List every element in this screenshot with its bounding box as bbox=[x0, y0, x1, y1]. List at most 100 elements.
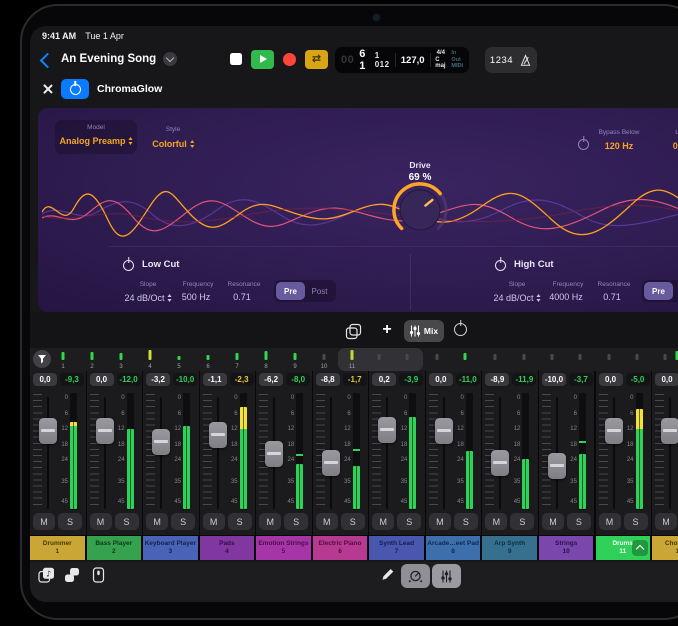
fader-handle[interactable] bbox=[378, 417, 396, 443]
bypass-value[interactable]: 120 Hz bbox=[605, 141, 634, 151]
cycle-button[interactable]: ⇄ bbox=[305, 50, 328, 69]
post-button[interactable]: Post bbox=[673, 282, 678, 300]
mute-button[interactable]: M bbox=[146, 513, 168, 530]
track-name-tag[interactable]: Arp Synth9 bbox=[482, 536, 537, 560]
pencil-icon[interactable] bbox=[380, 566, 395, 582]
plugin-power-button[interactable] bbox=[61, 79, 89, 99]
solo-button[interactable]: S bbox=[341, 513, 365, 530]
lowcut-power-icon[interactable] bbox=[123, 258, 134, 276]
resonance-value[interactable]: 0.71 bbox=[603, 292, 621, 302]
volume-value[interactable]: -1,1 bbox=[203, 373, 227, 386]
track-name-tag[interactable]: Emotion Strings5 bbox=[256, 536, 311, 560]
resonance-value[interactable]: 0.71 bbox=[233, 292, 251, 302]
track-led-slot[interactable] bbox=[601, 348, 617, 371]
fader-handle[interactable] bbox=[96, 418, 114, 444]
track-led-slot[interactable] bbox=[457, 348, 473, 371]
track-led-slot[interactable]: 7 bbox=[229, 348, 245, 371]
slope-value[interactable]: 24 dB/Oct bbox=[493, 292, 540, 304]
mute-button[interactable]: M bbox=[203, 513, 225, 530]
track-name-tag[interactable]: Strings10 bbox=[539, 536, 594, 560]
volume-value[interactable]: 0,0 bbox=[90, 373, 114, 386]
mute-button[interactable]: M bbox=[655, 513, 677, 530]
frequency-value[interactable]: 4000 Hz bbox=[549, 292, 583, 302]
fader-handle[interactable] bbox=[322, 450, 340, 476]
collapse-button[interactable] bbox=[632, 540, 648, 556]
track-led-slot[interactable] bbox=[544, 348, 560, 371]
level-value[interactable]: 0.0 bbox=[673, 141, 678, 151]
solo-button[interactable]: S bbox=[567, 513, 591, 530]
knob-view-button[interactable] bbox=[401, 564, 430, 588]
track-led-slot[interactable]: 8 bbox=[258, 348, 274, 371]
volume-value[interactable]: 0,0 bbox=[599, 373, 623, 386]
solo-button[interactable]: S bbox=[58, 513, 82, 530]
volume-value[interactable]: 0,2 bbox=[372, 373, 396, 386]
fader-handle[interactable] bbox=[265, 441, 283, 467]
mute-button[interactable]: M bbox=[429, 513, 451, 530]
track-led-slot[interactable]: 5 bbox=[171, 348, 187, 371]
track-name-tag[interactable]: Keyboard Player3 bbox=[143, 536, 198, 560]
fader-handle[interactable] bbox=[661, 418, 678, 444]
post-button[interactable]: Post bbox=[305, 282, 334, 300]
track-led-slot[interactable]: 6 bbox=[200, 348, 216, 371]
solo-button[interactable]: S bbox=[624, 513, 648, 530]
solo-button[interactable]: S bbox=[510, 513, 534, 530]
fader-handle[interactable] bbox=[491, 450, 509, 476]
track-name-tag[interactable]: Drummer1 bbox=[30, 536, 85, 560]
stop-button[interactable] bbox=[230, 53, 242, 65]
track-led-slot[interactable] bbox=[429, 348, 445, 371]
track-led-slot[interactable] bbox=[669, 348, 678, 371]
mute-button[interactable]: M bbox=[542, 513, 564, 530]
track-name-tag[interactable]: Arcade…eet Pad8 bbox=[426, 536, 481, 560]
fader-handle[interactable] bbox=[548, 453, 566, 479]
track-led-slot[interactable] bbox=[399, 348, 415, 371]
model-value[interactable]: Analog Preamp bbox=[59, 135, 132, 147]
drive-knob[interactable] bbox=[388, 176, 452, 244]
track-led-slot[interactable]: 2 bbox=[84, 348, 100, 371]
pre-button[interactable]: Pre bbox=[276, 282, 305, 300]
fader-handle[interactable] bbox=[435, 418, 453, 444]
record-button[interactable] bbox=[283, 53, 296, 66]
track-led-slot[interactable]: 3 bbox=[113, 348, 129, 371]
solo-button[interactable]: S bbox=[228, 513, 252, 530]
mute-button[interactable]: M bbox=[372, 513, 394, 530]
frequency-value[interactable]: 500 Hz bbox=[182, 292, 211, 302]
fader-view-button[interactable] bbox=[432, 564, 461, 588]
mix-toggle[interactable]: Mix bbox=[404, 320, 444, 342]
mute-button[interactable]: M bbox=[485, 513, 507, 530]
count-in-group[interactable]: 1234 bbox=[485, 47, 537, 73]
close-icon[interactable] bbox=[42, 83, 54, 95]
track-led-slot[interactable] bbox=[629, 348, 645, 371]
lcd-display[interactable]: 00 6 1 1 012 127,0 4/4 C maj In Out MIDI bbox=[335, 47, 469, 73]
song-menu-button[interactable] bbox=[163, 52, 177, 66]
back-chevron-icon[interactable] bbox=[40, 53, 56, 69]
volume-value[interactable]: 0,0 bbox=[33, 373, 57, 386]
add-track-button[interactable]: + bbox=[377, 319, 397, 341]
track-led-slot[interactable] bbox=[487, 348, 503, 371]
live-loops-icon[interactable] bbox=[64, 567, 80, 583]
mixer-power-button[interactable] bbox=[454, 323, 467, 341]
volume-value[interactable]: 0,0 bbox=[429, 373, 453, 386]
volume-value[interactable]: -8,9 bbox=[485, 373, 509, 386]
track-led-slot[interactable]: 10 bbox=[316, 348, 332, 371]
fader-handle[interactable] bbox=[39, 418, 57, 444]
pre-button[interactable]: Pre bbox=[644, 282, 673, 300]
volume-value[interactable]: -10,0 bbox=[542, 373, 566, 386]
volume-value[interactable]: 0,0 bbox=[655, 373, 678, 386]
track-led-slot[interactable]: 11 bbox=[344, 348, 360, 371]
track-name-tag[interactable]: Synth Lead7 bbox=[369, 536, 424, 560]
mute-button[interactable]: M bbox=[90, 513, 112, 530]
track-name-tag[interactable]: Pads4 bbox=[200, 536, 255, 560]
solo-button[interactable]: S bbox=[115, 513, 139, 530]
track-led-slot[interactable]: 4 bbox=[142, 348, 158, 371]
track-led-slot[interactable] bbox=[516, 348, 532, 371]
loops-browser-icon[interactable]: ♪ bbox=[38, 567, 55, 583]
track-name-tag[interactable]: Chorus V12 bbox=[652, 536, 678, 560]
track-led-slot[interactable] bbox=[371, 348, 387, 371]
track-led-slot[interactable]: 9 bbox=[287, 348, 303, 371]
track-name-tag[interactable]: Drums11 bbox=[596, 536, 651, 560]
track-name-tag[interactable]: Electric Piano6 bbox=[313, 536, 368, 560]
mute-button[interactable]: M bbox=[33, 513, 55, 530]
volume-value[interactable]: -8,8 bbox=[316, 373, 340, 386]
bypass-power-icon[interactable] bbox=[578, 137, 589, 155]
mute-button[interactable]: M bbox=[259, 513, 281, 530]
